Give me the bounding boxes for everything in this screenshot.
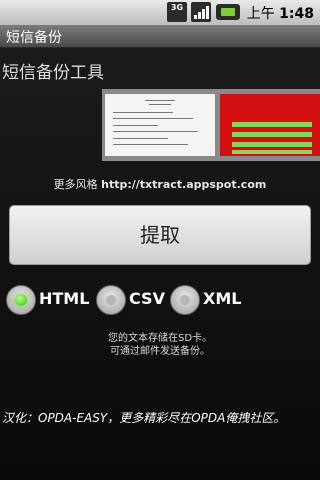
time-prefix: 上午 xyxy=(246,6,275,22)
network-3g-icon: 3G xyxy=(167,2,187,22)
signal-strength-icon xyxy=(191,2,211,22)
more-styles-label: 更多风格 xyxy=(53,178,98,191)
window-title: 短信备份 xyxy=(6,30,62,46)
radio-unselected-icon[interactable] xyxy=(96,285,126,315)
storage-info-line1: 您的文本存储在SD卡。 xyxy=(107,333,213,344)
time-value: 1:48 xyxy=(279,6,314,22)
format-label-html: HTML xyxy=(39,289,90,308)
extract-button[interactable]: 提取 xyxy=(9,205,311,265)
app-heading: 短信备份工具 xyxy=(2,63,104,83)
status-bar: 3G 上午 1:48 xyxy=(0,0,320,25)
battery-icon xyxy=(216,4,240,20)
preview-thumbnail-plain[interactable] xyxy=(105,94,215,156)
radio-selected-icon[interactable] xyxy=(6,285,36,315)
preview-thumbnail-colored[interactable] xyxy=(220,94,320,156)
more-styles-link[interactable]: 更多风格 http://txtract.appspot.com xyxy=(0,176,320,192)
radio-unselected-icon[interactable] xyxy=(170,285,200,315)
storage-info: 您的文本存储在SD卡。 可通过邮件发送备份。 xyxy=(0,332,320,358)
main-content: 短信备份工具 更多风格 http://txtract.appspot.com 提… xyxy=(0,48,320,480)
network-label: 3G xyxy=(170,3,184,12)
title-bar: 短信备份 xyxy=(0,25,320,48)
status-clock: 上午 1:48 xyxy=(247,3,314,23)
style-preview-gallery[interactable] xyxy=(102,89,320,161)
storage-info-line2: 可通过邮件发送备份。 xyxy=(110,346,210,357)
localization-credit: 汉化：OPDA-EASY，更多精彩尽在OPDA俺拽社区。 xyxy=(2,411,286,425)
format-label-xml: XML xyxy=(203,289,242,308)
more-styles-url[interactable]: http://txtract.appspot.com xyxy=(101,178,266,191)
format-label-csv: CSV xyxy=(129,289,165,308)
